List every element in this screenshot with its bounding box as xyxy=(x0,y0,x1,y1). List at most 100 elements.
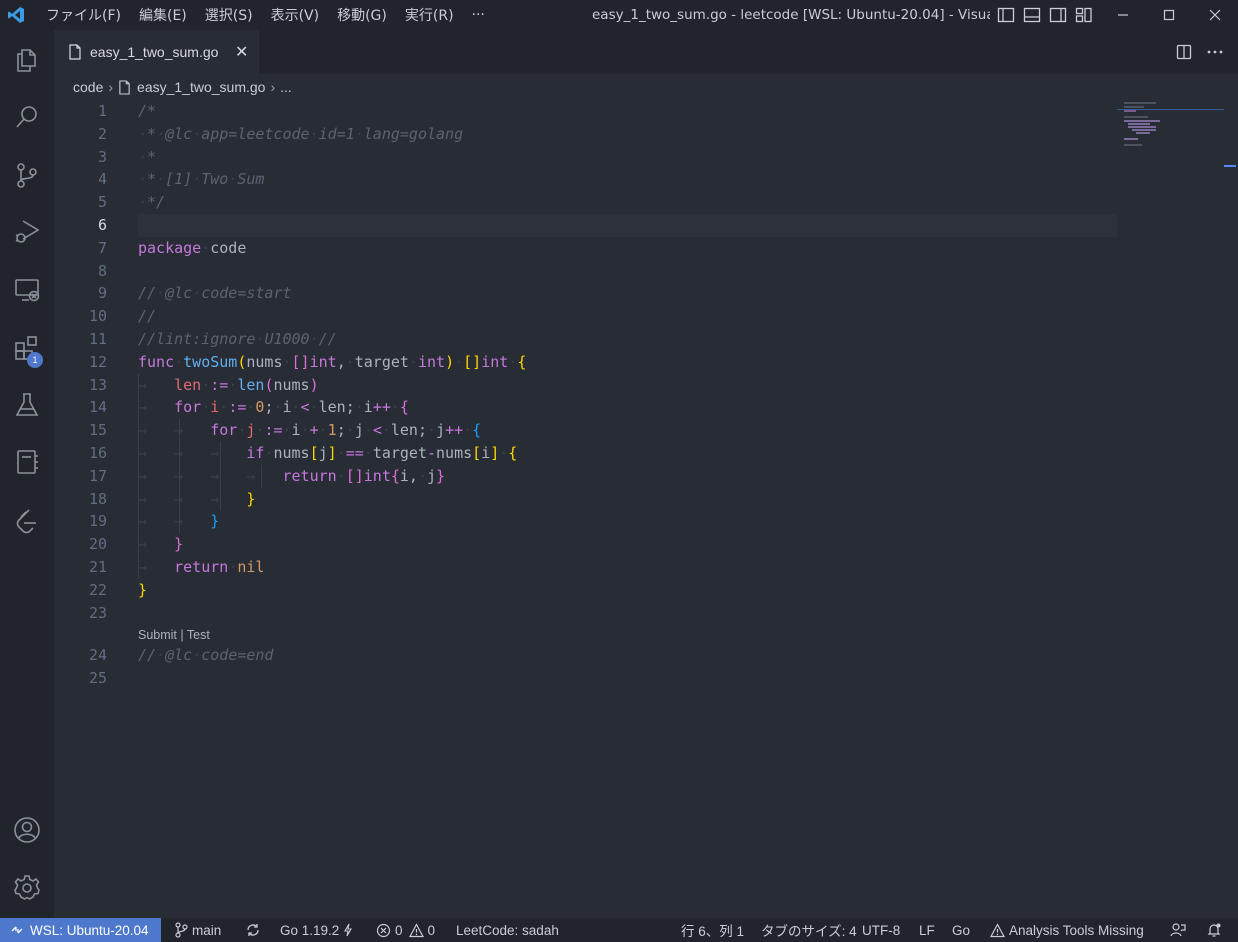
line-number: 18 xyxy=(88,490,107,508)
code-line: ·* xyxy=(138,148,157,166)
line-number: 25 xyxy=(88,669,107,687)
remote-indicator[interactable]: WSL: Ubuntu-20.04 xyxy=(0,918,161,942)
toggle-primary-sidebar-icon[interactable] xyxy=(997,7,1015,23)
menu-selection[interactable]: 選択(S) xyxy=(196,5,262,25)
window-title: easy_1_two_sum.go - leetcode [WSL: Ubunt… xyxy=(592,7,990,23)
split-editor-icon[interactable] xyxy=(1176,44,1192,60)
line-number: 3 xyxy=(97,148,107,166)
code-line: ·*·@lc·app=leetcode·id=1·lang=golang xyxy=(138,125,464,143)
menu-view[interactable]: 表示(V) xyxy=(262,5,329,25)
code-line: /* xyxy=(138,102,157,120)
toggle-secondary-sidebar-icon[interactable] xyxy=(1049,7,1067,23)
tab-size[interactable]: タブのサイズ: 4 xyxy=(761,918,857,942)
source-control-icon[interactable] xyxy=(0,151,54,199)
notifications-bell-icon[interactable] xyxy=(1206,918,1222,942)
line-number: 17 xyxy=(88,467,107,485)
codelens-submit[interactable]: Submit xyxy=(138,628,177,642)
error-count: 0 xyxy=(395,922,403,938)
code-line: → → for·j·:=·i·+·1;·j·<·len;·j++·{ xyxy=(138,421,482,439)
lightning-icon xyxy=(344,923,353,937)
tab-label: easy_1_two_sum.go xyxy=(90,44,219,60)
code-line: → } xyxy=(138,535,184,553)
testing-icon[interactable] xyxy=(0,381,54,429)
toggle-panel-icon[interactable] xyxy=(1023,7,1041,23)
search-icon[interactable] xyxy=(0,93,54,141)
menu-more[interactable]: ··· xyxy=(463,7,494,23)
code-editor[interactable]: 1 2 3 4 5 6 7 8 9 10 11 12 13 14 15 16 1… xyxy=(54,100,1238,918)
line-number: 1 xyxy=(97,102,107,120)
end-of-line[interactable]: LF xyxy=(919,918,935,942)
code-line: //lint:ignore·U1000·// xyxy=(138,330,337,348)
problems-indicator[interactable]: 0 0 xyxy=(376,918,435,942)
code-line: → len·:=·len(nums) xyxy=(138,376,319,394)
tab-easy-1-two-sum[interactable]: easy_1_two_sum.go ✕ xyxy=(54,30,259,74)
chevron-right-icon: › xyxy=(108,79,114,95)
close-window-button[interactable] xyxy=(1192,0,1238,30)
minimize-button[interactable] xyxy=(1100,0,1146,30)
title-bar: ファイル(F) 編集(E) 選択(S) 表示(V) 移動(G) 実行(R) ··… xyxy=(0,0,1238,30)
vscode-logo-icon xyxy=(0,0,32,30)
line-number: 19 xyxy=(88,512,107,530)
breadcrumb-file[interactable]: easy_1_two_sum.go xyxy=(137,79,265,95)
go-version-label: Go 1.19.2 xyxy=(280,922,340,938)
line-number: 21 xyxy=(88,558,107,576)
branch-icon xyxy=(175,922,188,938)
vertical-scrollbar[interactable] xyxy=(1224,110,1238,168)
remote-explorer-icon[interactable] xyxy=(0,266,54,314)
run-debug-icon[interactable] xyxy=(0,207,54,255)
menu-run[interactable]: 実行(R) xyxy=(396,5,463,25)
code-line: //·@lc·code=end xyxy=(138,646,274,664)
menu-file[interactable]: ファイル(F) xyxy=(32,5,130,25)
extensions-icon[interactable]: 1 xyxy=(0,324,54,372)
branch-label: main xyxy=(192,922,222,938)
customize-layout-icon[interactable] xyxy=(1075,7,1093,23)
status-bar: WSL: Ubuntu-20.04 main Go 1.19.2 0 0 Lee… xyxy=(0,918,1238,942)
leetcode-icon[interactable] xyxy=(0,497,54,545)
explorer-icon[interactable] xyxy=(0,36,54,84)
go-version[interactable]: Go 1.19.2 xyxy=(280,918,353,942)
code-line: → → → } xyxy=(138,490,256,508)
settings-gear-icon[interactable] xyxy=(0,864,54,912)
line-number: 22 xyxy=(88,581,107,599)
file-icon xyxy=(69,44,81,60)
cursor-position[interactable]: 行 6、列 1 xyxy=(681,918,744,942)
breadcrumb-more[interactable]: ... xyxy=(280,79,292,95)
line-number: 10 xyxy=(88,307,107,325)
line-number: 11 xyxy=(88,330,107,348)
code-line: → → } xyxy=(138,512,220,530)
menu-bar: ファイル(F) 編集(E) 選択(S) 表示(V) 移動(G) 実行(R) ··… xyxy=(32,5,494,25)
analysis-tools-missing[interactable]: Analysis Tools Missing xyxy=(990,918,1144,942)
code-line: → → → if·nums[j]·==·target-nums[i]·{ xyxy=(138,444,518,462)
encoding[interactable]: UTF-8 xyxy=(862,918,900,942)
remote-icon xyxy=(11,926,23,934)
code-line: //·@lc·code=start xyxy=(138,284,292,302)
menu-edit[interactable]: 編集(E) xyxy=(130,5,196,25)
line-number: 4 xyxy=(97,170,107,188)
maximize-button[interactable] xyxy=(1146,0,1192,30)
breadcrumb-folder[interactable]: code xyxy=(73,79,103,95)
warning-count: 0 xyxy=(427,922,436,938)
line-number: 14 xyxy=(88,398,107,416)
code-line: ·*/ xyxy=(138,193,166,211)
line-number: 20 xyxy=(88,535,107,553)
minimap[interactable] xyxy=(1124,100,1224,160)
line-number: 9 xyxy=(97,284,107,302)
line-number: 8 xyxy=(97,262,107,280)
line-number: 15 xyxy=(88,421,107,439)
notebook-icon[interactable] xyxy=(0,438,54,486)
more-actions-icon[interactable] xyxy=(1206,44,1224,60)
sync-icon[interactable] xyxy=(245,918,261,942)
menu-go[interactable]: 移動(G) xyxy=(328,5,396,25)
file-icon xyxy=(119,79,130,95)
git-branch[interactable]: main xyxy=(174,918,221,942)
feedback-icon[interactable] xyxy=(1170,918,1186,942)
account-icon[interactable] xyxy=(0,806,54,854)
codelens-test[interactable]: Test xyxy=(187,628,210,642)
warning-icon xyxy=(990,922,1005,937)
breadcrumb: code › easy_1_two_sum.go › ... xyxy=(54,74,1238,100)
code-line: → for·i·:=·0;·i·<·len;·i++·{ xyxy=(138,398,409,416)
language-mode[interactable]: Go xyxy=(952,918,970,942)
leetcode-user[interactable]: LeetCode: sadah xyxy=(456,918,559,942)
close-tab-icon[interactable]: ✕ xyxy=(235,42,248,62)
remote-label: WSL: Ubuntu-20.04 xyxy=(30,922,149,938)
